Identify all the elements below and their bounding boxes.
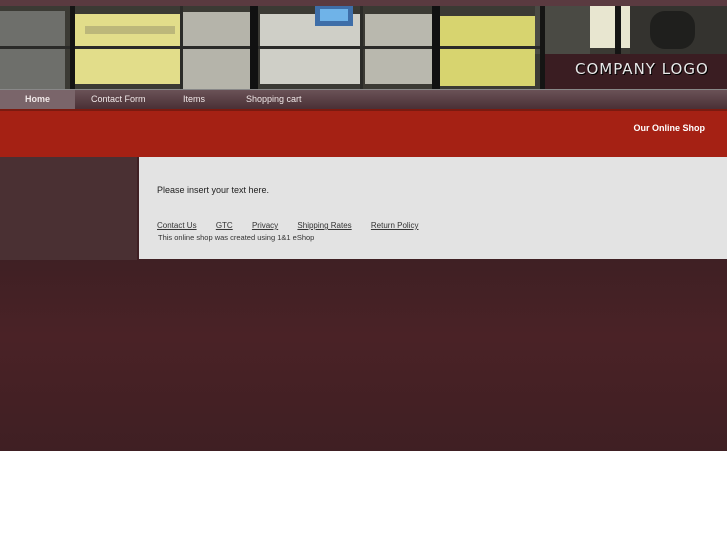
shop-title: Our Online Shop	[633, 123, 706, 133]
nav-item-contact-form[interactable]: Contact Form	[91, 90, 146, 109]
footer-link-return-policy[interactable]: Return Policy	[371, 221, 419, 230]
footer-link-privacy[interactable]: Privacy	[252, 221, 278, 230]
nav-item-shopping-cart[interactable]: Shopping cart	[246, 90, 302, 109]
sidebar	[0, 157, 137, 260]
footer-link-shipping-rates[interactable]: Shipping Rates	[297, 221, 351, 230]
nav-item-home[interactable]: Home	[0, 90, 75, 109]
title-bar: Our Online Shop	[0, 109, 727, 157]
footer-link-gtc[interactable]: GTC	[216, 221, 233, 230]
credit-text: This online shop was created using 1&1 e…	[158, 233, 315, 242]
page-background: COMPANY LOGO Home Contact Form Items Sho…	[0, 0, 727, 451]
nav-item-items[interactable]: Items	[183, 90, 205, 109]
footer-links: Contact Us GTC Privacy Shipping Rates Re…	[157, 221, 435, 230]
company-logo[interactable]: COMPANY LOGO	[575, 60, 709, 78]
footer-link-contact-us[interactable]: Contact Us	[157, 221, 197, 230]
main-navigation: Home Contact Form Items Shopping cart	[0, 89, 727, 109]
main-content: Please insert your text here. Contact Us…	[139, 157, 727, 259]
lower-background	[0, 260, 727, 451]
intro-text: Please insert your text here.	[157, 185, 270, 195]
